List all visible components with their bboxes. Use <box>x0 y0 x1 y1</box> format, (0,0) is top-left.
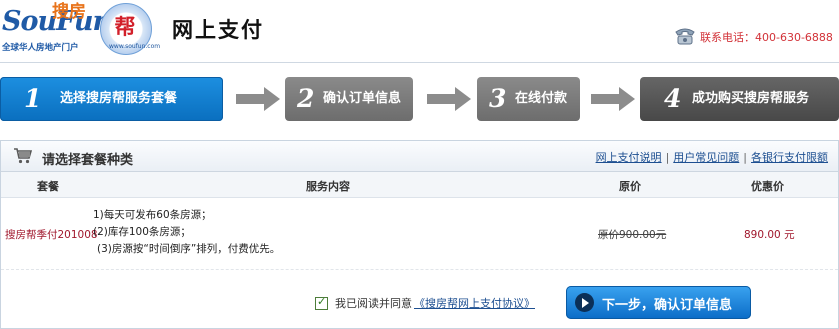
logo-slogan: 全球华人房地产门户 <box>2 43 79 53</box>
panel-title: 请选择套餐种类 <box>42 153 134 168</box>
step-number: 4 <box>664 84 682 113</box>
column-header-sale-price: 优惠价 <box>751 180 784 193</box>
original-price: 原价900.00元 <box>598 229 667 241</box>
page-title: 网上支付 <box>172 18 264 42</box>
link-bank-limits[interactable]: 各银行支付限额 <box>751 151 828 164</box>
step-arrow-icon <box>427 87 471 111</box>
help-links: 网上支付说明 | 用户常见问题 | 各银行支付限额 <box>596 149 828 165</box>
soufunbang-badge-logo: 帮 www.soufun.com <box>100 3 160 55</box>
shopping-cart-icon <box>13 147 33 165</box>
sale-price: 890.00 元 <box>744 229 795 241</box>
agreement-checkbox[interactable]: ✓ <box>315 295 328 310</box>
badge-char: 帮 <box>114 15 136 39</box>
page-header: SouFun 搜房 全球华人房地产门户 帮 www.soufun.com 网上支… <box>0 0 839 62</box>
contact-phone: 联系电话：400-630-6888 <box>700 31 833 44</box>
service-item: (2)库存100条房源； <box>93 226 191 238</box>
step-number: 1 <box>24 84 42 113</box>
column-header-package: 套餐 <box>37 180 59 193</box>
table-header: 套餐 服务内容 原价 优惠价 <box>1 172 838 198</box>
step-number: 3 <box>489 84 507 113</box>
step-number: 2 <box>297 84 315 113</box>
column-header-original-price: 原价 <box>619 180 641 193</box>
step-3-online-payment: 3 在线付款 <box>477 77 580 121</box>
badge-url: www.soufun.com <box>109 43 161 50</box>
step-label: 成功购买搜房帮服务 <box>692 91 810 106</box>
link-payment-guide[interactable]: 网上支付说明 <box>596 151 662 164</box>
step-label: 在线付款 <box>515 91 568 106</box>
step-1-select-package: 1 选择搜房帮服务套餐 <box>0 77 223 121</box>
table-row[interactable]: 搜房帮季付201008 1)每天可发布60条房源； (2)库存100条房源； (… <box>1 197 838 270</box>
panel-header: 请选择套餐种类 网上支付说明 | 用户常见问题 | 各银行支付限额 <box>1 141 838 172</box>
package-selection-panel: 请选择套餐种类 网上支付说明 | 用户常见问题 | 各银行支付限额 套餐 服务内容 原价… <box>0 140 839 329</box>
next-button-label: 下一步，确认订单信息 <box>602 298 733 313</box>
next-step-button[interactable]: 下一步，确认订单信息 <box>566 286 751 319</box>
progress-steps: 1 选择搜房帮服务套餐 2 确认订单信息 3 在线付款 4 成功购买搜房帮服务 <box>0 62 839 133</box>
step-4-purchase-success: 4 成功购买搜房帮服务 <box>640 77 839 121</box>
service-content: 1)每天可发布60条房源； (2)库存100条房源； (3)房源按“时间倒序”排… <box>93 207 280 258</box>
package-name: 搜房帮季付201008 <box>5 229 98 241</box>
step-label: 选择搜房帮服务套餐 <box>60 91 178 106</box>
link-separator: | <box>743 151 747 164</box>
step-label: 确认订单信息 <box>323 91 402 106</box>
step-arrow-icon <box>236 87 280 111</box>
service-item: (3)房源按“时间倒序”排列，付费优先。 <box>97 243 281 255</box>
service-item: 1)每天可发布60条房源； <box>93 209 212 221</box>
step-2-confirm-order: 2 确认订单信息 <box>285 77 413 121</box>
agreement-link[interactable]: 《搜房帮网上支付协议》 <box>414 295 535 311</box>
link-faq[interactable]: 用户常见问题 <box>673 151 739 164</box>
column-header-service: 服务内容 <box>306 180 350 193</box>
step-arrow-icon <box>591 87 635 111</box>
soufun-logo[interactable]: SouFun 搜房 全球华人房地产门户 <box>2 2 112 54</box>
link-separator: | <box>665 151 670 164</box>
checkmark-icon: ✓ <box>317 295 327 308</box>
agreement-text: 我已阅读并同意 <box>335 297 412 310</box>
play-arrow-icon <box>575 293 594 312</box>
logo-chinese: 搜房 <box>52 2 86 22</box>
phone-icon <box>673 26 697 46</box>
